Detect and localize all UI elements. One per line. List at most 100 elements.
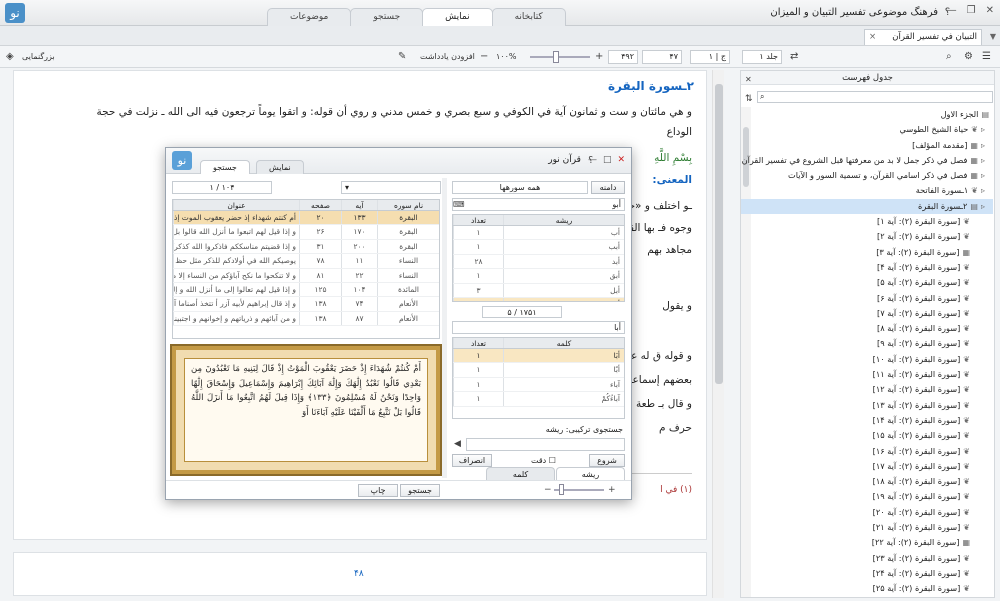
precision-checkbox[interactable]: ☐ دقت — [531, 455, 556, 467]
tab-search[interactable]: جستجو — [350, 8, 424, 26]
keyboard-icon[interactable]: ⌨ — [453, 199, 465, 211]
toc-item[interactable]: ▹❦۱ـسورة الفاتحة — [741, 183, 993, 198]
search-icon[interactable]: ⌕ — [946, 51, 952, 63]
doc-tab-close-icon[interactable]: × — [869, 30, 876, 45]
result-row[interactable]: الأنعام ۷۴ ۱۳۸ و إذ قال إبراهيم لأبيه آزر أ… — [173, 297, 439, 312]
zoom-out-icon[interactable]: − — [480, 51, 488, 63]
page-input[interactable]: ۱۰۴ / ۱ — [172, 181, 272, 194]
root-row[interactable]: أبل ۳ — [453, 283, 624, 298]
font-size-decrease-icon[interactable]: − — [544, 484, 552, 496]
toc-item[interactable]: ❦[سورة البقرة (۲): آية ۱۰] — [741, 352, 993, 367]
toc-item[interactable]: ▹❦حياة الشيخ الطوسي — [741, 122, 993, 137]
compound-select[interactable] — [466, 438, 625, 451]
toc-item[interactable]: ❦[سورة البقرة (۲): آية ۱۶] — [741, 444, 993, 459]
print-button[interactable]: چاپ — [358, 484, 398, 497]
expand-icon[interactable]: ▹ — [981, 202, 985, 211]
results-filter-select[interactable]: ▾ — [341, 181, 441, 194]
font-size-increase-icon[interactable]: + — [608, 484, 616, 496]
expand-icon[interactable]: ▹ — [981, 141, 985, 150]
col-word[interactable]: كلمه — [503, 338, 624, 348]
toc-item[interactable]: ❦[سورة البقرة (۲): آية ۱۴] — [741, 413, 993, 428]
toc-item[interactable]: ❦[سورة البقرة (۲): آية ۵] — [741, 275, 993, 290]
toc-item[interactable]: ❦[سورة البقرة (۲): آية ۶] — [741, 291, 993, 306]
word-row[interactable]: آباءُكُمْ ۱ — [453, 392, 624, 407]
toc-item[interactable]: ❦[سورة البقرة (۲): آية ۹] — [741, 336, 993, 351]
page-input[interactable]: ۴۷ — [642, 50, 682, 64]
toc-item[interactable]: ▦[سورة البقرة (۲): آية ۳] — [741, 245, 993, 260]
col-page[interactable]: صفحه — [299, 200, 341, 210]
root-row[interactable]: أب ۱ — [453, 226, 624, 241]
magnify-label[interactable]: بزرگنمایی — [22, 51, 55, 63]
font-size-slider-handle[interactable] — [559, 484, 564, 495]
tab-list-dropdown-icon[interactable]: ▼ — [990, 32, 996, 41]
zoom-slider[interactable] — [530, 56, 590, 58]
zoom-in-icon[interactable]: + — [595, 51, 603, 63]
expand-icon[interactable]: ▹ — [981, 186, 985, 195]
toc-item[interactable]: ❦[سورة البقرة (۲): آية ۲۴] — [741, 566, 993, 581]
toc-search-input[interactable]: ⌕ — [757, 91, 993, 103]
dialog-minimize-icon[interactable]: — — [588, 155, 597, 165]
toc-item[interactable]: ❦[سورة البقرة (۲): آية ۱۳] — [741, 398, 993, 413]
result-row[interactable]: البقرة ۱۷۰ ۲۶ و إذا قيل لهم اتبعوا ما أنزل … — [173, 225, 439, 240]
volume-select[interactable]: جلد ۱ — [742, 50, 782, 64]
toc-item[interactable]: ❦[سورة البقرة (۲): آية ۱۸] — [741, 474, 993, 489]
toc-item[interactable]: ❦[سورة البقرة (۲): آية ۸] — [741, 321, 993, 336]
add-note-button[interactable]: افزودن یادداشت — [420, 51, 475, 63]
expand-icon[interactable]: ▹ — [981, 125, 985, 134]
col-title[interactable]: عنوان — [173, 200, 299, 210]
col-ayah[interactable]: آيه — [341, 200, 377, 210]
root-row[interactable]: أبو۱۱۷ — [453, 297, 624, 301]
toc-item[interactable]: ❦[سورة البقرة (۲): آية ۱] — [741, 214, 993, 229]
expand-icon[interactable]: ▹ — [981, 171, 985, 180]
result-row[interactable]: البقرة ۲۰۰ ۳۱ و إذا قضيتم مناسككم فاذكروا ا… — [173, 239, 439, 255]
toc-item[interactable]: ❦[سورة البقرة (۲): آية ۱۱] — [741, 367, 993, 382]
word-row[interactable]: أبَا ۱ — [453, 349, 624, 364]
tab-display[interactable]: نمایش — [422, 8, 493, 26]
result-row[interactable]: النساء ۲۲ ۸۱ و لا تنكحوا ما نكح آباؤكم من ا… — [173, 268, 439, 283]
panel-close-icon[interactable]: ✕ — [745, 74, 752, 86]
col-root[interactable]: ريشه — [503, 215, 624, 225]
layers-icon[interactable]: ◈ — [6, 51, 14, 63]
col-word-count[interactable]: تعداد — [453, 338, 503, 348]
inflection-button[interactable]: انصراف — [452, 454, 492, 467]
root-row[interactable]: أبد ۲۸ — [453, 254, 624, 270]
word-row[interactable]: أبًا ۱ — [453, 363, 624, 378]
toc-item[interactable]: ❦[سورة البقرة (۲): آية ۱۵] — [741, 428, 993, 443]
list-icon[interactable]: ☰ — [982, 51, 991, 63]
close-icon[interactable]: ✕ — [986, 5, 994, 16]
col-surah[interactable]: نام سوره — [377, 200, 439, 210]
toc-item[interactable]: ❦[سورة البقرة (۲): آية ۲۰] — [741, 505, 993, 520]
gear-icon[interactable]: ⚙ — [964, 51, 973, 63]
toc-item[interactable]: ❦[سورة البقرة (۲): آية ۲۱] — [741, 520, 993, 535]
toc-item[interactable]: ▹▤۲ـسورة البقرة — [741, 198, 993, 215]
part-select[interactable]: ج | ۱ — [690, 50, 730, 64]
arrow-left-icon[interactable]: ◀ — [454, 438, 461, 450]
result-row[interactable]: النساء ۱۱ ۷۸ يوصيكم الله في أولادكم للذكر م… — [173, 254, 439, 269]
result-row[interactable]: المائدة ۱۰۴ ۱۲۵ و إذا قيل لهم تعالوا إلى ما… — [173, 282, 439, 298]
restore-icon[interactable]: ❐ — [967, 5, 976, 16]
word-search-input[interactable]: أبا — [452, 321, 625, 334]
toc-item[interactable]: ▹▦فصل في ذكر جمل لا بد من معرفتها قبل ال… — [741, 153, 993, 168]
root-search-input[interactable]: أبو — [452, 198, 625, 211]
toc-item[interactable]: ❦[سورة البقرة (۲): آية ۴] — [741, 260, 993, 275]
expand-icon[interactable]: ▹ — [981, 156, 985, 165]
toc-item[interactable]: ❦[سورة البقرة (۲): آية ۲۳] — [741, 551, 993, 566]
scope-select[interactable]: همه سورهها — [452, 181, 588, 194]
toc-item[interactable]: ❦[سورة البقرة (۲): آية ۱۷] — [741, 459, 993, 474]
dialog-close-icon[interactable]: ✕ — [617, 155, 625, 165]
tab-word[interactable]: كلمه — [486, 467, 555, 481]
content-scrollbar-thumb[interactable] — [715, 84, 723, 384]
splitter-handle[interactable] — [442, 178, 447, 478]
start-button[interactable]: شروع — [589, 454, 625, 467]
dialog-tab-display[interactable]: نمایش — [256, 160, 304, 174]
dialog-tab-search[interactable]: جستجو — [200, 160, 250, 174]
search-button[interactable]: جستجو — [400, 484, 440, 497]
zoom-slider-handle[interactable] — [553, 51, 559, 63]
scope-button[interactable]: دامنه — [591, 181, 625, 194]
result-row[interactable]: البقرة ۱۳۳ ۲۰ أم كنتم شهداء إذ حضر يعقوب ال… — [173, 211, 439, 226]
toc-item[interactable]: ▤الجزء الاول — [741, 107, 993, 122]
help-icon[interactable]: ؟ — [945, 7, 950, 19]
doc-tab[interactable]: التبيان في تفسير القرآن × — [864, 29, 982, 45]
content-scrollbar[interactable] — [712, 70, 724, 598]
dialog-maximize-icon[interactable]: □ — [603, 155, 612, 165]
